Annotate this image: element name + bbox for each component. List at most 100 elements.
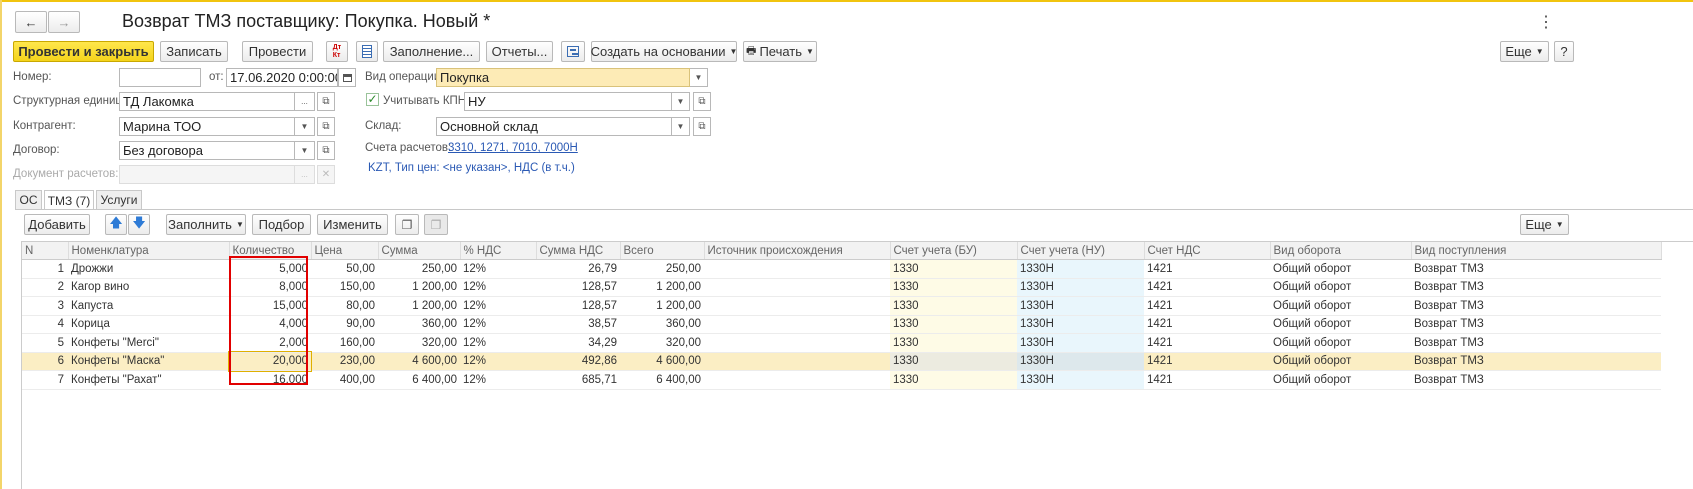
warehouse-dropdown[interactable]: ▼	[672, 117, 690, 136]
post-button[interactable]: Провести	[242, 41, 313, 62]
currency-price-type-link[interactable]: KZT, Тип цен: <не указан>, НДС (в т.ч.)	[368, 162, 575, 174]
table-cell[interactable]: 5	[22, 333, 68, 353]
forward-button[interactable]: →	[48, 11, 80, 33]
table-cell[interactable]: Общий оборот	[1270, 315, 1411, 334]
tab-services[interactable]: Услуги	[96, 190, 142, 209]
table-cell[interactable]: 250,00	[620, 259, 704, 279]
table-cell[interactable]: Возврат ТМЗ	[1411, 278, 1661, 297]
table-cell[interactable]: 360,00	[378, 315, 460, 334]
table-cell[interactable]: Возврат ТМЗ	[1411, 296, 1661, 316]
table-cell[interactable]: Конфеты "Рахат"	[68, 370, 229, 390]
calendar-button[interactable]	[338, 68, 356, 87]
post-and-close-button[interactable]: Провести и закрыть	[13, 41, 154, 62]
reports-button[interactable]: Отчеты...	[486, 41, 553, 62]
table-cell[interactable]: Конфеты "Merci"	[68, 333, 229, 353]
table-cell[interactable]: 1330	[890, 352, 1017, 371]
column-header[interactable]: Вид поступления	[1411, 242, 1662, 260]
table-cell[interactable]: 12%	[460, 333, 536, 353]
contract-open-button[interactable]: ⧉	[317, 141, 335, 160]
table-cell[interactable]: 4 600,00	[620, 352, 704, 371]
table-cell[interactable]	[704, 352, 890, 371]
table-cell[interactable]: 3	[22, 296, 68, 316]
table-cell[interactable]: 250,00	[378, 259, 460, 279]
kpn-open-button[interactable]: ⧉	[693, 92, 711, 111]
add-row-button[interactable]: Добавить	[24, 214, 90, 235]
table-cell[interactable]: 12%	[460, 370, 536, 390]
table-cell[interactable]: 6 400,00	[620, 370, 704, 390]
table-cell[interactable]	[704, 259, 890, 279]
table-cell[interactable]: Общий оборот	[1270, 370, 1411, 390]
contract-dropdown[interactable]: ▼	[295, 141, 315, 160]
table-cell[interactable]: 6	[22, 352, 68, 371]
table-cell[interactable]: Капуста	[68, 296, 229, 316]
table-cell[interactable]: 360,00	[620, 315, 704, 334]
structural-unit-field[interactable]: ТД Лакомка	[119, 92, 295, 111]
table-cell[interactable]: 150,00	[311, 278, 378, 297]
date-field[interactable]: 17.06.2020 0:00:00	[226, 68, 338, 87]
table-cell[interactable]: Конфеты "Маска"	[68, 352, 229, 371]
table-cell[interactable]: 7	[22, 370, 68, 390]
print-button[interactable]: 🖶 Печать ▼	[743, 41, 817, 62]
tab-os[interactable]: ОС	[15, 190, 42, 209]
contract-field[interactable]: Без договора	[119, 141, 295, 160]
create-based-on-button[interactable]: Создать на основании ▼	[591, 41, 737, 62]
column-header[interactable]: Всего	[620, 242, 705, 260]
help-button[interactable]: ?	[1554, 41, 1574, 62]
table-cell[interactable]: 1330	[890, 370, 1017, 390]
table-cell[interactable]: 1330Н	[1017, 333, 1144, 353]
structure-button[interactable]	[561, 41, 585, 62]
table-cell[interactable]: 1330	[890, 296, 1017, 316]
tab-tmz[interactable]: ТМЗ (7)	[44, 190, 94, 210]
table-cell[interactable]: 160,00	[311, 333, 378, 353]
copy-rows-button[interactable]: ❐	[395, 214, 419, 235]
table-cell[interactable]: 1421	[1144, 352, 1270, 371]
table-cell[interactable]: 1	[22, 259, 68, 279]
column-header[interactable]: Источник происхождения	[704, 242, 891, 260]
table-cell[interactable]	[704, 333, 890, 353]
table-cell[interactable]: 4 600,00	[378, 352, 460, 371]
move-down-button[interactable]: 🡇	[128, 214, 150, 235]
table-cell[interactable]: 1330Н	[1017, 259, 1144, 279]
selection-button[interactable]: Подбор	[252, 214, 311, 235]
counterparty-dropdown[interactable]: ▼	[295, 117, 315, 136]
table-cell[interactable]: 230,00	[311, 352, 378, 371]
table-cell[interactable]	[704, 315, 890, 334]
column-header[interactable]: Вид оборота	[1270, 242, 1412, 260]
column-header[interactable]: N	[22, 242, 69, 260]
table-cell[interactable]: Общий оборот	[1270, 259, 1411, 279]
table-cell[interactable]: 12%	[460, 315, 536, 334]
table-cell[interactable]: 1330Н	[1017, 296, 1144, 316]
table-cell[interactable]: Возврат ТМЗ	[1411, 370, 1661, 390]
move-up-button[interactable]: 🡅	[105, 214, 127, 235]
table-cell[interactable]: 1330Н	[1017, 315, 1144, 334]
table-cell[interactable]	[704, 278, 890, 297]
warehouse-field[interactable]: Основной склад	[436, 117, 672, 136]
table-cell[interactable]: 1421	[1144, 370, 1270, 390]
back-button[interactable]: ←	[15, 11, 47, 33]
table-cell[interactable]: Дрожжи	[68, 259, 229, 279]
table-cell[interactable]: Общий оборот	[1270, 278, 1411, 297]
table-cell[interactable]: Возврат ТМЗ	[1411, 333, 1661, 353]
table-cell[interactable]: 12%	[460, 259, 536, 279]
table-cell[interactable]: 1330	[890, 315, 1017, 334]
table-cell[interactable]: Кагор вино	[68, 278, 229, 297]
kpn-field[interactable]: НУ	[464, 92, 672, 111]
counterparty-open-button[interactable]: ⧉	[317, 117, 335, 136]
kpn-dropdown[interactable]: ▼	[672, 92, 690, 111]
column-header[interactable]: Номенклатура	[68, 242, 230, 260]
column-header[interactable]: Счет учета (БУ)	[890, 242, 1018, 260]
number-field[interactable]	[119, 68, 201, 87]
table-cell[interactable]: 12%	[460, 296, 536, 316]
column-header[interactable]: % НДС	[460, 242, 537, 260]
table-cell[interactable]: 320,00	[620, 333, 704, 353]
column-header[interactable]: Счет учета (НУ)	[1017, 242, 1145, 260]
table-cell[interactable]: Возврат ТМЗ	[1411, 259, 1661, 279]
table-cell[interactable]: 400,00	[311, 370, 378, 390]
table-cell[interactable]: Общий оборот	[1270, 296, 1411, 316]
table-cell[interactable]: 1330Н	[1017, 352, 1144, 371]
table-cell[interactable]: 1330	[890, 278, 1017, 297]
table-cell[interactable]: 1 200,00	[378, 296, 460, 316]
table-cell[interactable]: 1330Н	[1017, 370, 1144, 390]
table-more-button[interactable]: Еще ▼	[1520, 214, 1569, 235]
table-cell[interactable]: 12%	[460, 278, 536, 297]
